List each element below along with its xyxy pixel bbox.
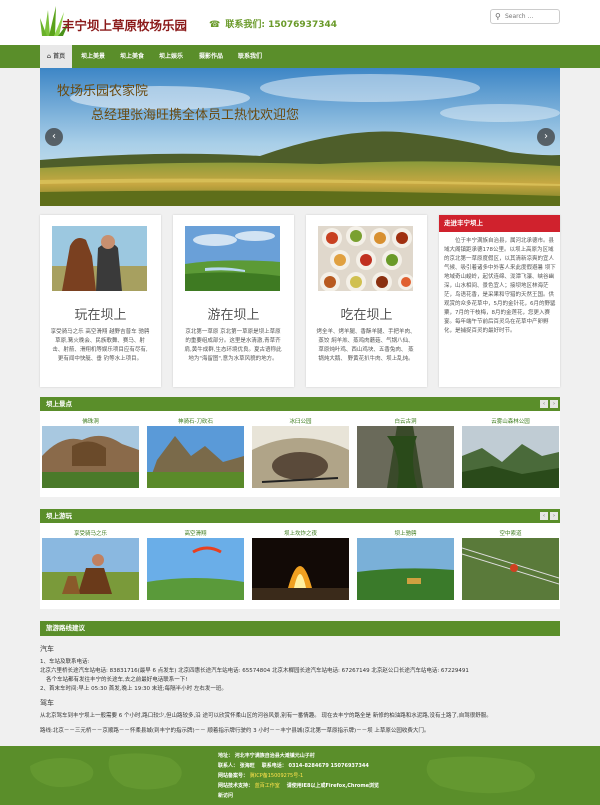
slide-title-line1: 牧场乐园农家院 bbox=[57, 84, 149, 99]
scenery-caption: 白云古洞 bbox=[394, 419, 417, 425]
nav-item-contact[interactable]: 联系我们 bbox=[231, 45, 269, 68]
tech-link[interactable]: 蓝百工作室 bbox=[255, 783, 280, 789]
fun-caption: 空中索道 bbox=[499, 531, 522, 537]
grassland-photo bbox=[185, 226, 280, 291]
phone-icon: ☎ bbox=[209, 20, 221, 30]
horse-rider-photo bbox=[52, 226, 147, 291]
route-line: 从北京驾车到丰宁坝上一般需要 6 个小时,路口较少,但山路较多,沿 途可以欣赏怀… bbox=[40, 713, 492, 719]
feature-card-tour[interactable]: 游在坝上 京北第一草原 京北第一草原是坝上草原的重要组成部分。这里是水清澈,青草… bbox=[173, 215, 294, 387]
fun-item[interactable]: 坝上坎炸之夜 bbox=[252, 529, 349, 602]
feature-card-food[interactable]: 吃在坝上 烤全羊、烤羊腿、香酥羊腿、手把羊肉、蒸饺 焖羊羔、蒸鸡肉蘑菇、气锅八仙… bbox=[306, 215, 427, 387]
browser-tip: 请使用IE8以上或Firefox,Chrome浏览 bbox=[286, 783, 379, 789]
main-nav: ⌂ 首页 坝上美景 坝上美食 坝上娱乐 摄影作品 联系我们 bbox=[0, 45, 600, 68]
search-box: ⚲ bbox=[490, 9, 560, 24]
footer-visits: 新访问 bbox=[218, 793, 234, 799]
about-text: 位于丰宁满族自治县，属河北承德市。县域大阁镇距承德178公里。以坝上高原为区域的… bbox=[444, 238, 556, 334]
route-line: 各个车站都有发往丰宁的长途车,去之前最好电话联系一下! bbox=[46, 677, 188, 683]
nav-item-food[interactable]: 坝上美食 bbox=[113, 45, 151, 68]
footer-contact-tel: 联系电话： 0314-8284679 15076937344 bbox=[261, 763, 369, 769]
scenery-caption: 冰臼公园 bbox=[289, 419, 312, 425]
contact-label: 联系我们: bbox=[225, 20, 265, 30]
slider-next-button[interactable]: › bbox=[537, 128, 555, 146]
scenery-item[interactable]: 白云古洞 bbox=[357, 417, 454, 490]
icp-link[interactable]: 冀ICP备15009275号-1 bbox=[250, 773, 303, 779]
fun-item[interactable]: 坝上驰骋 bbox=[357, 529, 454, 602]
scenery-photo bbox=[462, 426, 559, 488]
fun-caption: 享受骑马之乐 bbox=[73, 531, 107, 537]
about-panel: 走进丰宁坝上 位于丰宁满族自治县，属河北承德市。县域大阁镇距承德178公里。以坝… bbox=[439, 215, 560, 387]
scenery-heading: 坝上景点 bbox=[40, 397, 560, 411]
fun-caption: 坝上驰骋 bbox=[394, 531, 417, 537]
footer-contact: 联系人： 张海旺 联系电话： 0314-8284679 15076937344 bbox=[218, 762, 369, 769]
fun-photo bbox=[462, 538, 559, 600]
scenery-item[interactable]: 云雾山森林公园 bbox=[462, 417, 559, 490]
fun-caption: 坝上坎炸之夜 bbox=[283, 531, 317, 537]
fun-item[interactable]: 享受骑马之乐 bbox=[42, 529, 139, 602]
site-title: 丰宁坝上草原牧场乐园 bbox=[62, 18, 188, 33]
drive-heading: 驾车 bbox=[40, 699, 54, 707]
about-heading[interactable]: 走进丰宁坝上 bbox=[439, 215, 560, 232]
scenery-caption: 佛珠洞 bbox=[82, 419, 99, 425]
contact-info: ☎ 联系我们: 15076937344 bbox=[209, 17, 337, 30]
feature-title: 游在坝上 bbox=[207, 308, 260, 323]
scenery-photo bbox=[42, 426, 139, 488]
fun-heading: 坝上游玩 bbox=[40, 509, 560, 523]
scroll-right-button[interactable]: › bbox=[550, 512, 558, 520]
scenery-item[interactable]: 冰臼公园 bbox=[252, 417, 349, 490]
scenery-item[interactable]: 佛珠洞 bbox=[42, 417, 139, 490]
slider-prev-button[interactable]: ‹ bbox=[45, 128, 63, 146]
fun-photo bbox=[147, 538, 244, 600]
fun-panel: 坝上游玩 ‹ › 享受骑马之乐 高空滑翔 坝上坎炸之夜 坝上驰骋 空中索道 bbox=[40, 509, 560, 609]
fun-photo bbox=[42, 538, 139, 600]
contact-phone: 15076937344 bbox=[268, 20, 337, 30]
scroll-left-button[interactable]: ‹ bbox=[540, 400, 548, 408]
car-heading: 汽车 bbox=[40, 645, 54, 653]
footer: 地址： 河北丰宁满族自治县大滩镇元山子村 联系人： 张海旺 联系电话： 0314… bbox=[0, 746, 600, 805]
scenery-caption: 神骑石-刀砍石 bbox=[178, 419, 213, 425]
search-input[interactable] bbox=[505, 11, 557, 22]
icp-label: 网站备案号： bbox=[218, 773, 249, 779]
footer-tech: 网站技术支持： 蓝百工作室 请使用IE8以上或Firefox,Chrome浏览 bbox=[218, 782, 379, 789]
header: 丰宁坝上草原牧场乐园 ☎ 联系我们: 15076937344 ⚲ bbox=[0, 0, 600, 45]
feature-text: 烤全羊、烤羊腿、香酥羊腿、手把羊肉、蒸饺 焖羊羔、蒸鸡肉蘑菇、气锅八仙、草原炖叶… bbox=[316, 329, 416, 362]
fun-photo bbox=[357, 538, 454, 600]
route-heading: 旅游路线建议 bbox=[40, 621, 560, 636]
scenery-photo bbox=[252, 426, 349, 488]
scroll-right-button[interactable]: › bbox=[550, 400, 558, 408]
scenery-panel: 坝上景点 ‹ › 佛珠洞 神骑石-刀砍石 冰臼公园 白云古洞 云雾山森林公园 bbox=[40, 397, 560, 497]
footer-contact-person: 联系人： 张海旺 bbox=[218, 763, 255, 769]
route-line: 路线:北京－－三元桥－－京顺路－－怀柔县城(到丰宁的指示牌)－－ 顺着指示牌行驶… bbox=[40, 728, 430, 734]
route-line: 1、车站及联系电话: bbox=[40, 659, 90, 665]
tech-label: 网站技术支持： bbox=[218, 783, 254, 789]
nav-item-photography[interactable]: 摄影作品 bbox=[192, 45, 230, 68]
feature-text: 京北第一草原 京北第一草原是坝上草原的重要组成部分。这里是水清澈,青草齐肩,黄牛… bbox=[184, 329, 282, 362]
scenery-photo bbox=[357, 426, 454, 488]
search-icon[interactable]: ⚲ bbox=[495, 12, 501, 21]
fun-photo bbox=[252, 538, 349, 600]
scroll-left-button[interactable]: ‹ bbox=[540, 512, 548, 520]
fun-item[interactable]: 空中索道 bbox=[462, 529, 559, 602]
feature-card-play[interactable]: 玩在坝上 享受骑马之乐 高空滑翔 越野吉普车 驰骋草原,篝火晚会、民族歌舞、赛马… bbox=[40, 215, 161, 387]
scenery-photo bbox=[147, 426, 244, 488]
hero-slider[interactable]: 牧场乐园农家院 总经理张海旺携全体员工热忱欢迎您 ‹ › bbox=[40, 68, 560, 206]
fun-item[interactable]: 高空滑翔 bbox=[147, 529, 244, 602]
route-content: 汽车 1、车站及联系电话: 北京六里桥长途汽车站电话: 83831716(最早 … bbox=[40, 640, 560, 742]
route-line: 2、首末车时间:早上 05:30 首发,晚上 19:30 末班;每隔半小时 左右… bbox=[40, 686, 227, 692]
route-line: 北京六里桥长途汽车站电话: 83831716(最早 6 点发车) 北京四惠长途汽… bbox=[40, 668, 469, 674]
feature-title: 玩在坝上 bbox=[74, 308, 127, 323]
scenery-item[interactable]: 神骑石-刀砍石 bbox=[147, 417, 244, 490]
nav-item-scenery[interactable]: 坝上美景 bbox=[74, 45, 112, 68]
scenery-caption: 云雾山森林公园 bbox=[491, 419, 530, 425]
footer-icp: 网站备案号： 冀ICP备15009275号-1 bbox=[218, 772, 303, 779]
feature-text: 享受骑马之乐 高空滑翔 越野吉普车 驰骋草原,篝火晚会、民族歌舞、赛马、射击、射… bbox=[50, 329, 150, 362]
nav-item-entertainment[interactable]: 坝上娱乐 bbox=[152, 45, 190, 68]
slide-title-line2: 总经理张海旺携全体员工热忱欢迎您 bbox=[91, 108, 300, 123]
footer-address: 地址： 河北丰宁满族自治县大滩镇元山子村 bbox=[218, 753, 315, 759]
food-dishes-photo bbox=[318, 226, 413, 291]
fun-caption: 高空滑翔 bbox=[184, 531, 207, 537]
feature-title: 吃在坝上 bbox=[340, 308, 393, 323]
nav-item-home[interactable]: ⌂ 首页 bbox=[40, 45, 72, 68]
